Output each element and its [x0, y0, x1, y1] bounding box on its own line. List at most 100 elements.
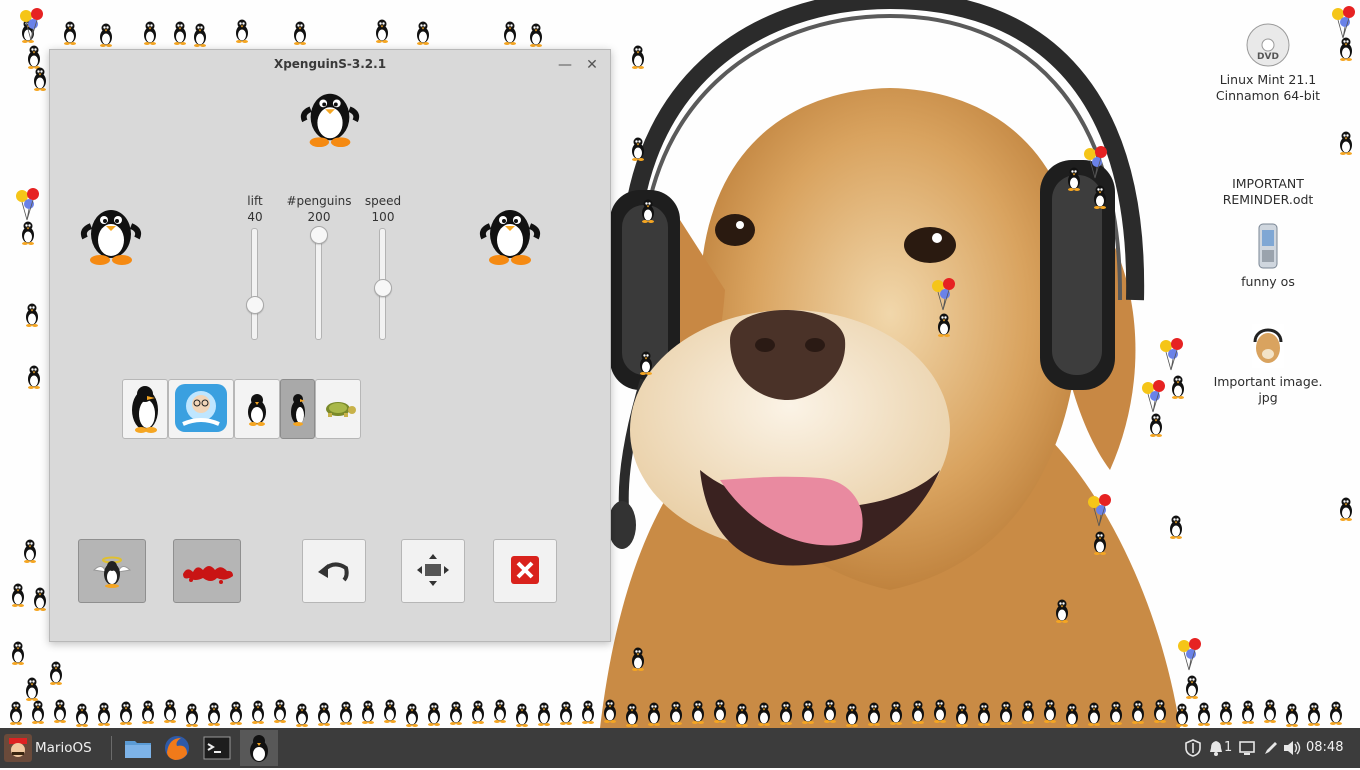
desktop-icon-reminder[interactable]: IMPORTANT REMINDER.odt: [1203, 126, 1333, 208]
penguin-sprite: [1304, 701, 1324, 727]
penguin-sprite: [30, 586, 50, 612]
left-penguin-icon: [79, 200, 143, 266]
penguin-sprite: [1146, 412, 1166, 438]
red-x-icon: [511, 556, 539, 584]
penguin-sprite: [500, 20, 520, 46]
penguin-sprite: [930, 698, 950, 724]
penguin-sprite: [864, 701, 884, 727]
penguin-sprite: [402, 702, 422, 728]
terminal-launcher[interactable]: [201, 732, 233, 764]
penguin-sprite: [314, 701, 334, 727]
theme-turtle-button[interactable]: [315, 379, 361, 439]
penguins-value: 200: [307, 210, 331, 224]
lift-slider-knob[interactable]: [246, 296, 264, 315]
desktop-icon-dvd-label: Linux Mint 21.1 Cinnamon 64-bit: [1215, 72, 1321, 103]
close-button[interactable]: ✕: [583, 56, 601, 74]
lift-slider-track[interactable]: [251, 228, 258, 340]
terminal-icon: [203, 736, 231, 760]
penguin-sprite: [490, 698, 510, 724]
taskbar: MarioOS 1 08:48: [0, 728, 1360, 768]
penguin-sprite: [140, 20, 160, 46]
penguin-sprite: [468, 699, 488, 725]
pen-icon[interactable]: [1262, 739, 1280, 757]
penguin-sprite: [952, 702, 972, 728]
theme-big-penguin-button[interactable]: [122, 379, 168, 439]
penguin-sprite: [116, 700, 136, 726]
lift-label: lift: [247, 194, 263, 208]
angel-toggle-button[interactable]: [78, 539, 146, 603]
penguin-sprite: [578, 699, 598, 725]
start-menu-button[interactable]: MarioOS: [0, 728, 106, 768]
penguins-slider-knob[interactable]: [310, 226, 328, 244]
penguin-sprite: [138, 699, 158, 725]
theme-bill-button[interactable]: [168, 379, 234, 439]
penguin-sprite: [798, 699, 818, 725]
xpenguins-task-button[interactable]: [240, 730, 278, 766]
fit-button[interactable]: [401, 539, 465, 603]
penguin-sprite: [886, 700, 906, 726]
theme-classic-penguin-button[interactable]: [280, 379, 315, 439]
penguin-sprite: [1182, 674, 1202, 700]
fit-window-icon: [417, 554, 449, 586]
firefox-launcher[interactable]: [161, 732, 193, 764]
theme-small-penguin-button[interactable]: [234, 379, 280, 439]
shield-icon[interactable]: [1184, 739, 1202, 757]
desktop-icon-important-image[interactable]: Important image. jpg: [1203, 322, 1333, 406]
dog-with-headphones-image: [600, 0, 1180, 728]
penguin-sprite: [358, 699, 378, 725]
penguin-sprite: [638, 198, 658, 224]
penguin-sprite: [776, 700, 796, 726]
penguins-slider-track[interactable]: [315, 228, 322, 340]
undo-button[interactable]: [302, 539, 366, 603]
penguin-sprite: [628, 136, 648, 162]
balloon-icon: [1142, 380, 1165, 413]
penguin-sprite: [190, 22, 210, 48]
penguin-sprite: [24, 364, 44, 390]
blood-splat-icon: [183, 566, 233, 584]
penguin-sprite: [1128, 699, 1148, 725]
penguin-sprite: [1090, 530, 1110, 556]
penguin-sprite: [534, 701, 554, 727]
desktop-icon-funny-os[interactable]: funny os: [1203, 222, 1333, 290]
balloon-icon: [1332, 6, 1355, 39]
taskbar-separator: [111, 736, 112, 760]
speed-slider-knob[interactable]: [374, 278, 392, 297]
classic-penguin-icon: [290, 394, 305, 426]
balloon-icon: [20, 8, 43, 41]
penguin-sprite: [1168, 374, 1188, 400]
penguin-sprite: [72, 702, 92, 728]
files-icon: [125, 741, 151, 758]
display-icon[interactable]: [1238, 740, 1256, 756]
penguin-sprite: [732, 702, 752, 728]
clock[interactable]: 08:48: [1306, 740, 1343, 755]
files-launcher[interactable]: [122, 732, 154, 764]
desktop-icon-dvd[interactable]: DVD Linux Mint 21.1 Cinnamon 64-bit: [1203, 22, 1333, 104]
penguin-sprite: [1052, 598, 1072, 624]
penguin-sprite: [22, 302, 42, 328]
penguin-sprite: [8, 582, 28, 608]
penguin-sprite: [94, 701, 114, 727]
penguin-sprite: [1238, 699, 1258, 725]
document-icon: [1248, 126, 1288, 172]
penguin-sprite: [1194, 701, 1214, 727]
penguin-sprite: [232, 18, 252, 44]
quit-button[interactable]: [493, 539, 557, 603]
balloon-icon: [932, 278, 955, 311]
penguin-sprite: [446, 700, 466, 726]
window-titlebar[interactable]: XpenguinS-3.2.1 — ✕: [50, 50, 610, 80]
penguin-sprite: [908, 699, 928, 725]
blood-toggle-button[interactable]: [173, 539, 241, 603]
minimize-button[interactable]: —: [556, 56, 574, 74]
undo-arrow-icon: [318, 562, 349, 582]
notification-bell-icon[interactable]: [1209, 739, 1223, 757]
speed-label: speed: [364, 194, 402, 208]
penguin-sprite: [8, 640, 28, 666]
penguin-sprite: [1064, 166, 1084, 192]
volume-icon[interactable]: [1282, 739, 1302, 757]
penguin-sprite: [1018, 699, 1038, 725]
penguin-sprite: [170, 20, 190, 46]
xpenguins-window: XpenguinS-3.2.1 — ✕ lift 40 #penguins 20…: [49, 49, 611, 642]
penguin-sprite: [636, 350, 656, 376]
penguin-sprite: [1326, 700, 1346, 726]
penguin-sprite: [1106, 700, 1126, 726]
